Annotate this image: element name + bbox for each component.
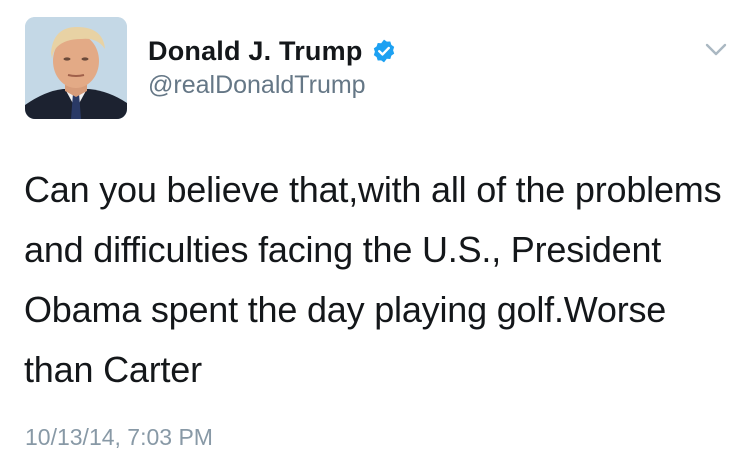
tweet-text: Can you believe that,with all of the pro… — [24, 169, 722, 390]
verified-badge-icon — [371, 38, 397, 64]
display-name-row: Donald J. Trump — [148, 33, 397, 69]
display-name[interactable]: Donald J. Trump — [148, 36, 363, 67]
tweet-header: Donald J. Trump @realDonaldTrump — [25, 17, 727, 121]
avatar[interactable] — [25, 17, 127, 119]
user-handle[interactable]: @realDonaldTrump — [148, 71, 397, 100]
tweet-timestamp[interactable]: 10/13/14, 7:03 PM — [25, 424, 213, 451]
chevron-down-icon[interactable] — [705, 43, 727, 57]
author-names: Donald J. Trump @realDonaldTrump — [148, 33, 397, 100]
avatar-portrait — [25, 17, 127, 119]
tweet-card: Donald J. Trump @realDonaldTrump Can you… — [0, 0, 750, 469]
